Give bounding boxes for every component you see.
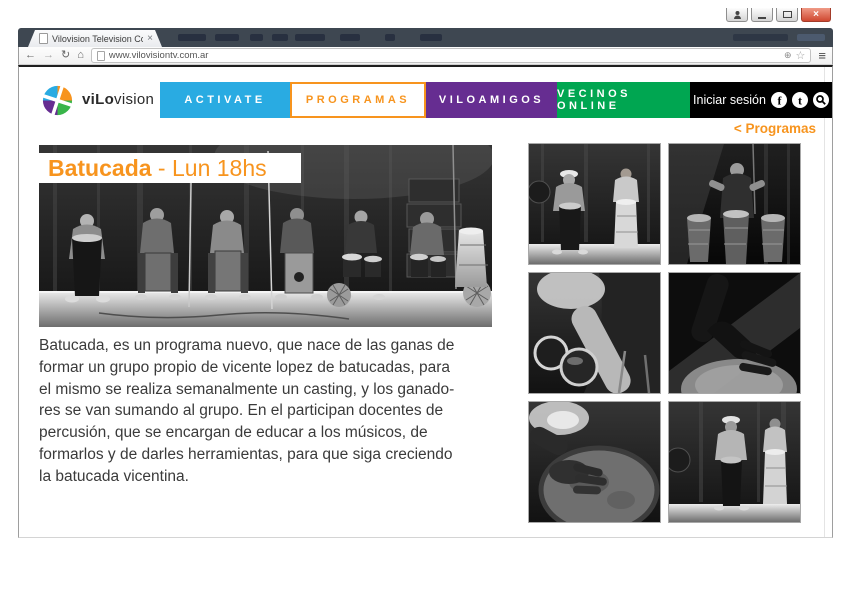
browser-toolbar: ← → ↻ ⌂ www.vilovisiontv.com.ar ⊕ ☆ ≡ — [18, 47, 833, 65]
twitter-icon[interactable]: t — [792, 92, 808, 108]
logo-regular-part: vision — [114, 91, 154, 108]
browser-window: × Vilovision Television Comu × ← → ↻ ⌂ w… — [18, 8, 833, 537]
gallery-photo-congas-stage[interactable] — [668, 401, 801, 523]
logo-bold-part: viLo — [82, 91, 114, 108]
gallery-photo-drummers-pair[interactable] — [528, 143, 661, 265]
zoom-icon[interactable]: ⊕ — [784, 50, 792, 61]
tabstrip-artifact — [340, 34, 360, 41]
gallery-photo-hands-dark[interactable] — [668, 272, 801, 394]
gallery-photo-drumhead-closeup[interactable] — [528, 401, 661, 523]
main-photo: Batucada - Lun 18hs — [39, 145, 492, 327]
tabstrip-artifact — [295, 34, 325, 41]
nav-programas-button[interactable]: PROGRAMAS — [290, 82, 426, 118]
page-right-edge — [824, 67, 825, 537]
page-icon — [97, 51, 105, 61]
menu-button[interactable]: ≡ — [818, 48, 826, 63]
window-controls: × — [726, 8, 831, 22]
program-description: Batucada, es un programa nuevo, que nace… — [39, 335, 501, 488]
tabstrip-artifact — [215, 34, 239, 41]
reload-button[interactable]: ↻ — [61, 50, 70, 61]
gallery-photo-bongo-player[interactable] — [528, 272, 661, 394]
close-window-button[interactable]: × — [801, 8, 831, 22]
tabstrip-artifact — [385, 34, 395, 41]
login-section: Iniciar sesión f t — [690, 82, 832, 118]
person-icon — [733, 10, 742, 19]
gallery-image-4 — [669, 273, 800, 393]
tabstrip-artifact — [272, 34, 288, 41]
home-button[interactable]: ⌂ — [77, 50, 84, 61]
browser-tab[interactable]: Vilovision Television Comu × — [28, 30, 162, 47]
bookmark-star-icon[interactable]: ☆ — [796, 49, 806, 62]
breadcrumb-programas-link[interactable]: < Programas — [734, 121, 816, 136]
window-titlebar: × — [18, 8, 833, 28]
tabstrip-artifact — [178, 34, 206, 41]
gallery-image-5 — [529, 402, 660, 522]
nav-vecinos-online-button[interactable]: VECINOS ONLINE — [557, 82, 690, 118]
tab-title: Vilovision Television Comu — [52, 34, 143, 44]
vilovision-logo-icon[interactable] — [40, 83, 75, 118]
main-navigation: ACTIVATE PROGRAMAS VILOAMIGOS VECINOS ON… — [160, 82, 832, 118]
maximize-button[interactable] — [776, 8, 798, 22]
program-schedule: - Lun 18hs — [152, 155, 267, 182]
nav-activate-button[interactable]: ACTIVATE — [160, 82, 290, 118]
tabstrip-artifact — [420, 34, 442, 41]
program-title: Batucada — [48, 155, 152, 182]
minimize-button[interactable] — [751, 8, 773, 22]
tabstrip-artifact — [733, 34, 788, 41]
tabstrip-artifact — [797, 34, 825, 41]
gallery-image-2 — [669, 144, 800, 264]
tab-close-icon[interactable]: × — [147, 34, 153, 44]
svg-text:t: t — [798, 94, 802, 108]
close-icon: × — [813, 9, 819, 20]
nav-viloamigos-button[interactable]: VILOAMIGOS — [426, 82, 557, 118]
profile-button[interactable] — [726, 8, 748, 22]
photo-gallery — [528, 143, 801, 523]
browser-tabstrip: Vilovision Television Comu × — [18, 28, 833, 47]
forward-button[interactable]: → — [43, 50, 54, 61]
maximize-icon — [783, 11, 792, 18]
gallery-image-6 — [669, 402, 800, 522]
url-text[interactable]: www.vilovisiontv.com.ar — [109, 50, 780, 61]
search-icon[interactable] — [813, 92, 829, 108]
facebook-icon[interactable]: f — [771, 92, 787, 108]
tabstrip-artifact — [250, 34, 263, 41]
login-button[interactable]: Iniciar sesión — [693, 93, 766, 107]
logo-wordmark[interactable]: viLovision — [82, 91, 154, 108]
page-content: viLovision ACTIVATE PROGRAMAS VILOAMIGOS… — [18, 65, 833, 538]
tab-favicon-icon — [39, 33, 48, 44]
back-button[interactable]: ← — [25, 50, 36, 61]
address-bar[interactable]: www.vilovisiontv.com.ar ⊕ ☆ — [91, 48, 812, 63]
gallery-photo-standing-drummer[interactable] — [668, 143, 801, 265]
minimize-icon — [758, 17, 766, 19]
gallery-image-3 — [529, 273, 660, 393]
program-title-bar: Batucada - Lun 18hs — [39, 153, 301, 183]
gallery-image-1 — [529, 144, 660, 264]
